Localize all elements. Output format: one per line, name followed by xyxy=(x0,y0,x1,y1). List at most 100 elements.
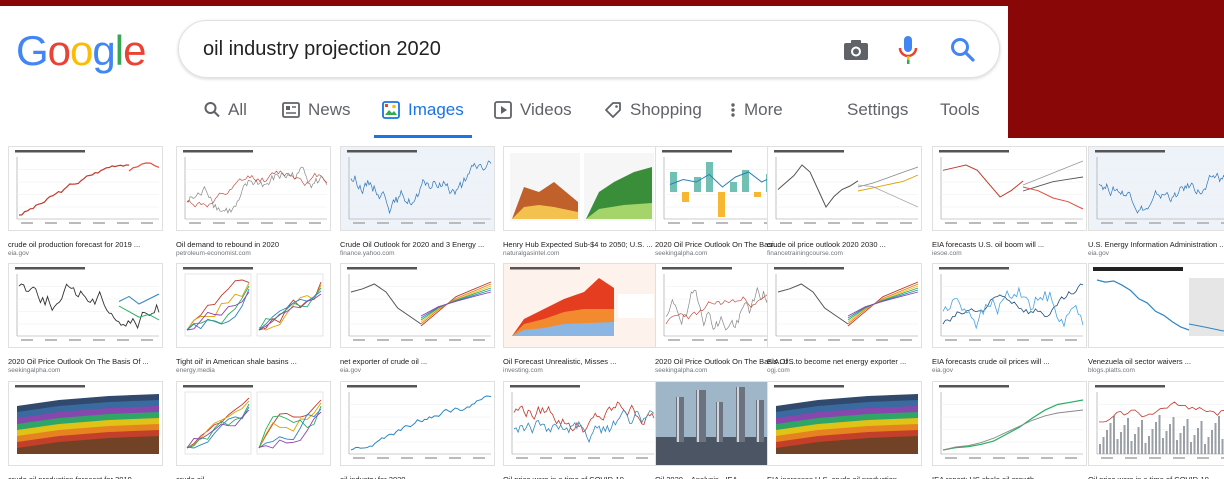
result-caption[interactable]: EIA forecasts U.S. oil boom will ... xyxy=(932,240,1090,249)
result-caption[interactable]: Venezuela oil sector waivers ... xyxy=(1088,357,1224,366)
result-caption[interactable]: Tight oil' in American shale basins ... xyxy=(176,357,334,366)
tick-label xyxy=(828,339,840,341)
chart-title xyxy=(347,385,417,388)
result-thumbnail[interactable] xyxy=(503,381,658,466)
search-box[interactable]: oil industry projection 2020 xyxy=(178,20,1000,78)
result-source[interactable]: eia.gov xyxy=(932,367,1090,374)
result-caption[interactable]: Henry Hub Expected Sub-$4 to 2050; U.S. … xyxy=(503,240,661,249)
result-thumbnail[interactable] xyxy=(1088,146,1224,231)
tick-label xyxy=(1041,457,1053,459)
result-caption[interactable]: crude oil production forecast for 2019 .… xyxy=(8,475,166,479)
tab-images[interactable]: Images xyxy=(374,100,472,138)
result-source[interactable]: eia.gov xyxy=(1088,250,1224,257)
bar xyxy=(1116,439,1119,454)
chart-bg xyxy=(1089,147,1224,230)
result-source[interactable]: ogj.com xyxy=(767,367,925,374)
search-tabs: All News Images Videos Shopping More Set… xyxy=(0,92,1008,138)
result-source[interactable]: blogs.platts.com xyxy=(1088,367,1224,374)
result-source[interactable]: seekingalpha.com xyxy=(8,367,166,374)
tick-label xyxy=(189,222,201,224)
result-caption[interactable]: Oil demand to rebound in 2020 xyxy=(176,240,334,249)
tools-link[interactable]: Tools xyxy=(940,100,980,136)
result-caption[interactable]: EIA increases U.S. crude oil production … xyxy=(767,475,925,479)
result-source[interactable]: eia.gov xyxy=(8,250,166,257)
settings-link[interactable]: Settings xyxy=(847,100,908,136)
result-thumbnail[interactable] xyxy=(176,381,331,466)
result-caption[interactable]: crude oil production forecast for 2019 .… xyxy=(8,240,166,249)
search-icon[interactable] xyxy=(949,36,977,64)
bar xyxy=(1158,415,1161,454)
result-thumbnail[interactable] xyxy=(767,146,922,231)
result-source[interactable]: investing.com xyxy=(503,367,661,374)
result-thumbnail[interactable] xyxy=(340,263,495,348)
chart-title xyxy=(15,150,85,153)
tick-label xyxy=(740,339,752,341)
chart-title xyxy=(510,267,580,270)
result-caption[interactable]: EIA forecasts crude oil prices will ... xyxy=(932,357,1090,366)
result-thumbnail[interactable] xyxy=(503,146,658,231)
legend xyxy=(618,294,654,318)
tick-label xyxy=(1173,222,1185,224)
microphone-icon[interactable] xyxy=(897,35,919,65)
result-thumbnail[interactable] xyxy=(1088,263,1224,348)
tab-all[interactable]: All xyxy=(204,100,247,136)
tab-news[interactable]: News xyxy=(282,100,351,136)
result-caption[interactable]: Crude Oil Outlook for 2020 and 3 Energy … xyxy=(340,240,498,249)
play-icon xyxy=(494,101,512,119)
result-thumbnail[interactable] xyxy=(767,381,922,466)
chart-title xyxy=(510,385,580,388)
tab-more[interactable]: More xyxy=(730,100,783,136)
tick-label xyxy=(780,339,792,341)
result-thumbnail[interactable] xyxy=(932,146,1087,231)
result-thumbnail[interactable] xyxy=(340,381,495,466)
tick-label xyxy=(425,339,437,341)
result-thumbnail[interactable] xyxy=(8,263,163,348)
result-thumbnail[interactable] xyxy=(340,146,495,231)
tick-label xyxy=(716,339,728,341)
result-caption[interactable]: Oil price wars in a time of COVID-19 ... xyxy=(1088,475,1224,479)
chart-title xyxy=(774,267,844,270)
result-caption[interactable]: EIA: US to become net energy exporter ..… xyxy=(767,357,925,366)
result-caption[interactable]: oil industry for 2020 ... xyxy=(340,475,498,479)
chart-title xyxy=(939,385,1009,388)
result-caption[interactable]: Oil price wars in a time of COVID-19 ... xyxy=(503,475,661,479)
result-thumbnail[interactable] xyxy=(176,263,331,348)
result-caption[interactable]: U.S. Energy Information Administration .… xyxy=(1088,240,1224,249)
result-source[interactable]: iesoe.com xyxy=(932,250,1090,257)
logo-letter: G xyxy=(16,27,49,74)
result-thumbnail[interactable] xyxy=(932,263,1087,348)
tab-shopping[interactable]: Shopping xyxy=(604,100,702,136)
bar xyxy=(1193,435,1196,454)
result-caption[interactable]: crude oil ... xyxy=(176,475,334,479)
result-thumbnail[interactable] xyxy=(767,263,922,348)
thumbnail-image xyxy=(774,385,918,454)
tick-label xyxy=(353,457,365,459)
result-thumbnail[interactable] xyxy=(932,381,1087,466)
result-source[interactable]: finance.yahoo.com xyxy=(340,250,498,257)
search-input[interactable]: oil industry projection 2020 xyxy=(203,38,441,61)
camera-icon[interactable] xyxy=(843,38,869,62)
tick-label xyxy=(636,457,648,459)
result-caption[interactable]: Oil Forecast Unrealistic, Misses ... xyxy=(503,357,661,366)
result-thumbnail[interactable] xyxy=(176,146,331,231)
result-source[interactable]: eia.gov xyxy=(340,367,498,374)
bar xyxy=(1197,428,1199,454)
result-source[interactable]: petroleum-economist.com xyxy=(176,250,334,257)
result-source[interactable]: naturalgasintel.com xyxy=(503,250,661,257)
tab-videos[interactable]: Videos xyxy=(494,100,572,136)
result-thumbnail[interactable] xyxy=(503,263,658,348)
result-thumbnail[interactable] xyxy=(8,146,163,231)
result-source[interactable]: financetrainingcourse.com xyxy=(767,250,925,257)
chart-line xyxy=(1098,401,1224,423)
result-caption[interactable]: IEA report: US shale oil growth ... xyxy=(932,475,1090,479)
result-caption[interactable]: crude oil price outlook 2020 2030 ... xyxy=(767,240,925,249)
google-logo[interactable]: Google xyxy=(16,27,146,74)
result-caption[interactable]: net exporter of crude oil ... xyxy=(340,357,498,366)
result-thumbnail[interactable] xyxy=(1088,381,1224,466)
thumbnail-image xyxy=(774,150,919,224)
tick-label xyxy=(93,339,105,341)
tick-label xyxy=(401,457,413,459)
result-thumbnail[interactable] xyxy=(8,381,163,466)
result-source[interactable]: energy.media xyxy=(176,367,334,374)
result-caption[interactable]: 2020 Oil Price Outlook On The Basis Of .… xyxy=(8,357,166,366)
